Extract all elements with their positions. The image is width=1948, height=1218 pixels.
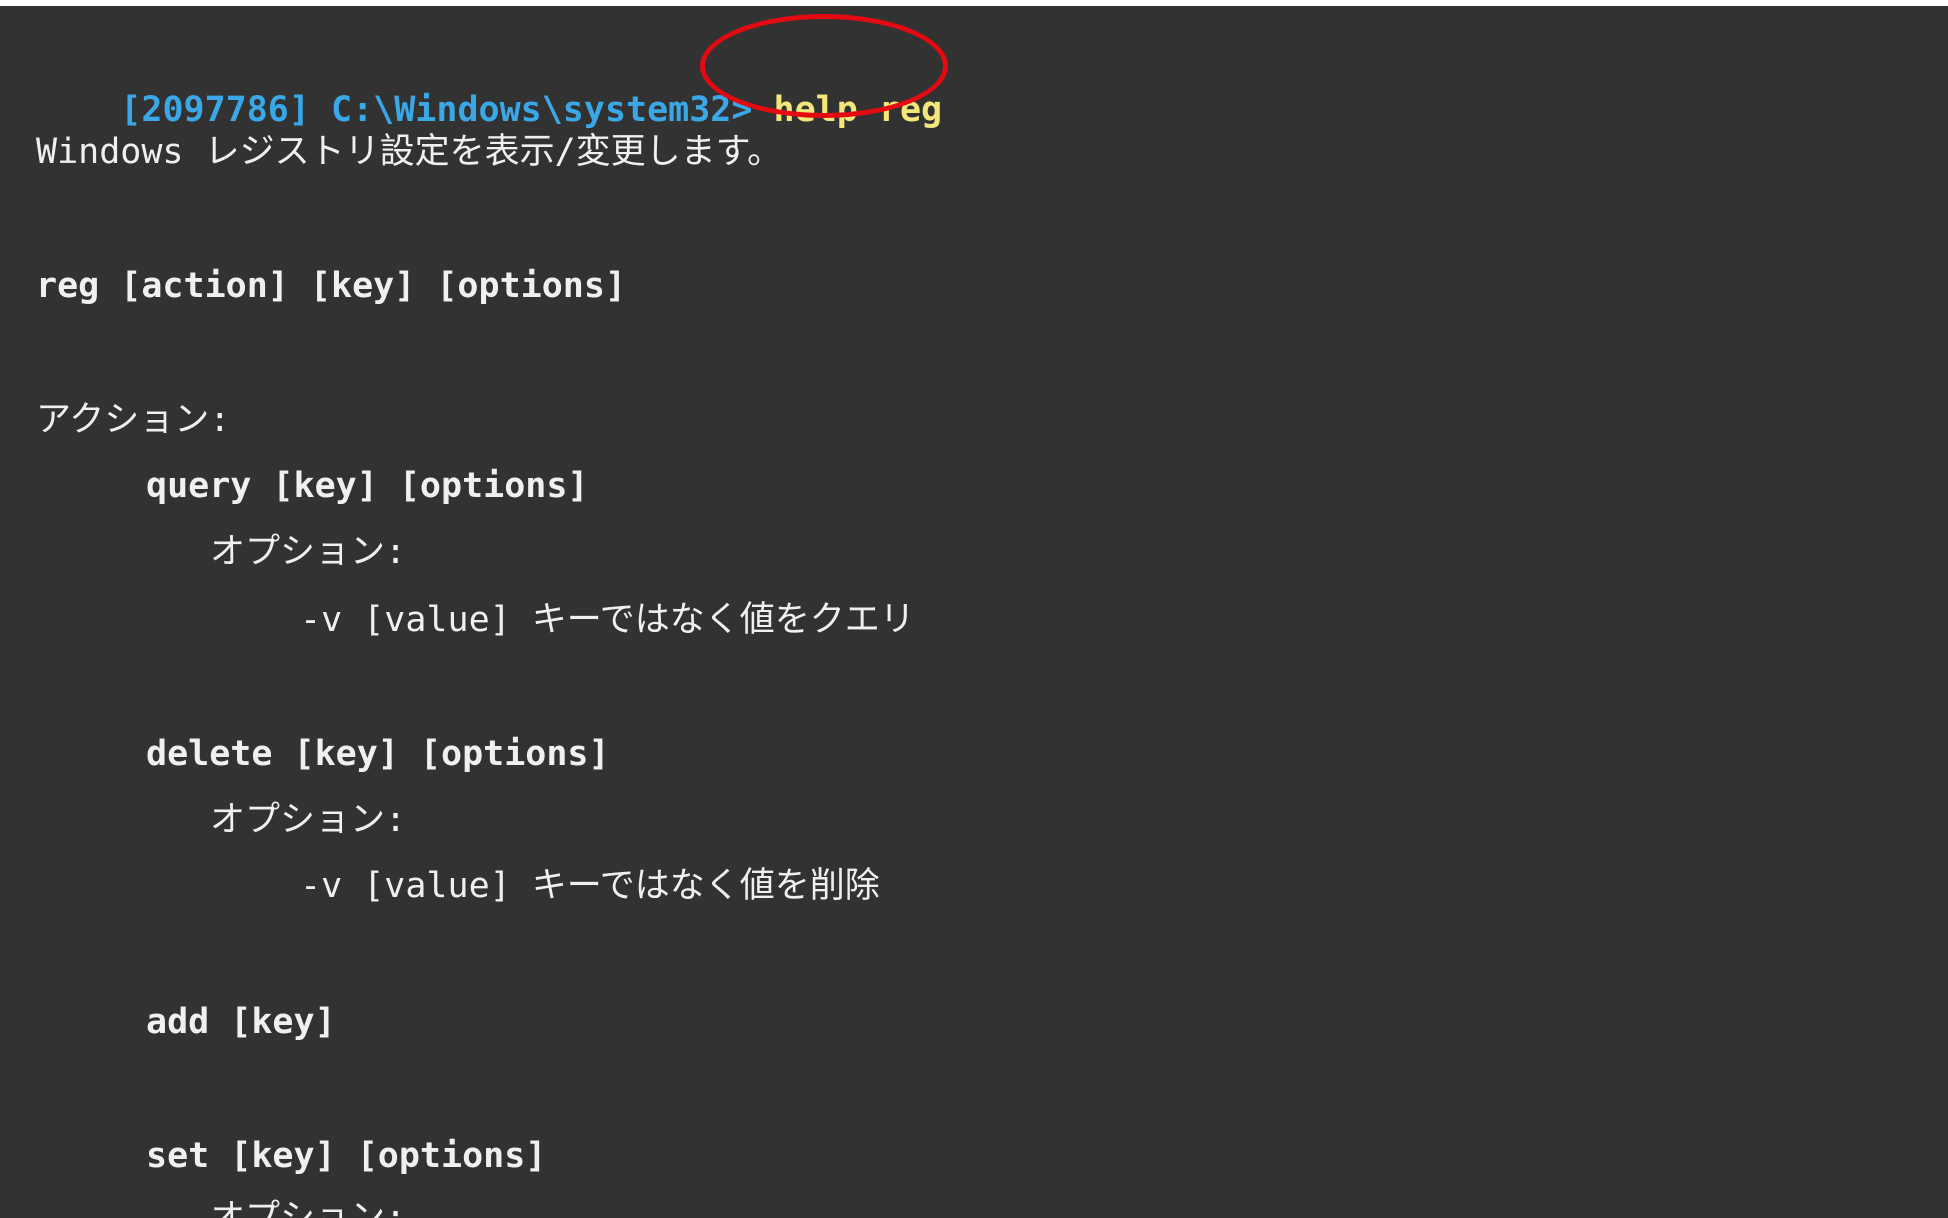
command-line: [2097786] C:\Windows\system32> help reg [36, 44, 942, 130]
action-delete-options-header: オプション: [210, 800, 407, 840]
action-set-syntax: set [key] [options] [146, 1136, 547, 1176]
action-add-syntax: add [key] [146, 1002, 336, 1042]
command-text: help reg [773, 90, 943, 130]
action-query-options-header: オプション: [210, 532, 407, 572]
prompt-text: [2097786] C:\Windows\system32> [120, 90, 753, 130]
description-text: Windows レジストリ設定を表示/変更します。 [36, 132, 783, 172]
action-set-options-header: オプション: [210, 1198, 407, 1218]
actions-header: アクション: [36, 400, 231, 440]
action-delete-option: -v [value] キーではなく値を削除 [300, 866, 880, 906]
usage-text: reg [action] [key] [options] [36, 266, 627, 306]
action-delete-syntax: delete [key] [options] [146, 734, 610, 774]
action-query-syntax: query [key] [options] [146, 466, 589, 506]
action-query-option: -v [value] キーではなく値をクエリ [300, 600, 915, 640]
terminal-window[interactable]: [2097786] C:\Windows\system32> help reg … [0, 6, 1948, 1218]
